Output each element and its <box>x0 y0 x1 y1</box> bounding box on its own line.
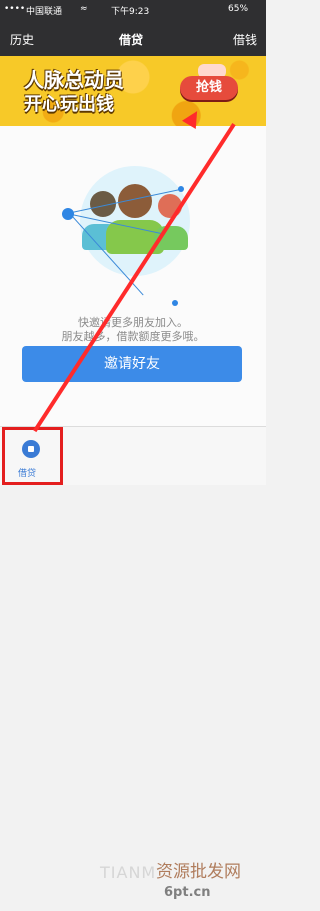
carrier-label: 中国联通 <box>26 7 63 17</box>
wifi-icon: ≈ <box>80 4 88 14</box>
banner-title-line-1: 人脉总动员 <box>24 68 124 92</box>
network-node-bottom <box>172 300 178 306</box>
signal-indicator: •••• <box>4 4 26 14</box>
network-node-large <box>62 208 74 220</box>
watermark-text-1: TIANM <box>100 863 157 882</box>
history-button[interactable]: 历史 <box>10 31 34 48</box>
navigation-bar: 历史 借贷 借钱 <box>0 20 266 56</box>
borrow-button[interactable]: 借钱 <box>233 31 257 48</box>
invite-friends-button[interactable]: 邀请好友 <box>22 346 242 382</box>
watermark-text-2: 资源批发网 <box>156 862 241 882</box>
status-time: 下午9:23 <box>111 7 150 17</box>
loan-tab-icon <box>22 440 40 458</box>
banner-title-line-2: 开心玩出钱 <box>24 94 114 115</box>
tab-bar: 借贷 TIANM 资源批发网 6pt.cn <box>0 426 266 900</box>
tab-loan[interactable]: 借贷 <box>2 427 63 485</box>
grab-money-button[interactable]: 抢钱 <box>180 76 238 100</box>
promo-banner[interactable]: 人脉总动员 开心玩出钱 抢钱 <box>0 56 266 126</box>
watermark: TIANM 资源批发网 6pt.cn <box>100 855 260 911</box>
friends-illustration <box>80 166 190 276</box>
invite-description-line-2: 朋友越多，借款额度更多哦。 <box>61 330 205 343</box>
page-title: 借贷 <box>119 33 144 47</box>
loan-tab-label: 借贷 <box>18 469 37 479</box>
network-node-top <box>178 186 184 192</box>
battery-label: 65% <box>228 4 249 14</box>
watermark-text-3: 6pt.cn <box>164 885 211 900</box>
status-bar: •••• 中国联通 ≈ 下午9:23 65% <box>0 0 266 20</box>
